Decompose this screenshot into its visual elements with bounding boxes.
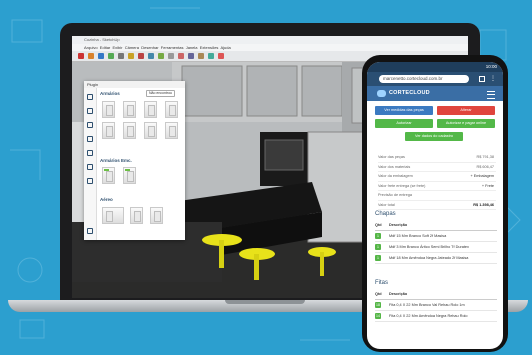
table-row: 1 Mdf 15 Mm Branco Soft 2f Masisa: [375, 231, 497, 242]
user-icon[interactable]: [87, 122, 93, 128]
offset-tool-icon[interactable]: [168, 53, 174, 59]
section-title-armarios-emc: Armários Emc.: [100, 158, 132, 163]
cloud-logo-icon: [377, 90, 386, 97]
cabinet-thumbnail[interactable]: [144, 101, 157, 118]
orbit-tool-icon[interactable]: [188, 53, 194, 59]
cabinet-thumbnail[interactable]: [165, 101, 178, 118]
cabinet-thumbnail[interactable]: [165, 122, 178, 139]
app-header: CORTECLOUD: [367, 86, 503, 101]
cabinet-thumbnail[interactable]: [102, 207, 124, 224]
zoom-tool-icon[interactable]: [208, 53, 214, 59]
arc-tool-icon[interactable]: [108, 53, 114, 59]
menu-item[interactable]: Arquivo: [84, 45, 98, 50]
scale-tool-icon[interactable]: [158, 53, 164, 59]
cabinet-thumbnail[interactable]: [150, 207, 163, 224]
cabinet-thumbnail[interactable]: [102, 101, 115, 118]
layers-icon[interactable]: [87, 136, 93, 142]
section-title-armarios: Armários: [100, 91, 120, 96]
approve-pay-button[interactable]: Autorizar e pagar online: [437, 119, 495, 128]
more-options-icon[interactable]: ⋮: [490, 75, 496, 83]
move-tool-icon[interactable]: [138, 53, 144, 59]
cabinet-thumbnail[interactable]: [123, 101, 136, 118]
table-row: 1 Mdf 3 Mm Branco Ártico Semi Brilho Tf D…: [375, 242, 497, 253]
pan-tool-icon[interactable]: [198, 53, 204, 59]
summary-row: Valor frete entrega (se frete) + Frete: [378, 182, 496, 191]
line-tool-icon[interactable]: [98, 53, 104, 59]
laptop-notch: [225, 300, 305, 304]
menu-bar: Arquivo Editar Exibir Câmera Desenhar Fe…: [72, 44, 468, 51]
drawer-icon[interactable]: [87, 108, 93, 114]
help-icon[interactable]: [87, 228, 93, 234]
paint-tool-icon[interactable]: [218, 53, 224, 59]
window-title: Cozinha - SketchUp: [72, 36, 468, 44]
cabinet-thumbnail[interactable]: [123, 122, 136, 139]
tabs-icon[interactable]: [479, 76, 485, 82]
plugin-panel: Plugin Armários Não encontrou Armários E…: [84, 81, 185, 240]
menu-item[interactable]: Câmera: [125, 45, 139, 50]
hamburger-menu-icon[interactable]: [487, 91, 495, 99]
menu-item[interactable]: Exibir: [112, 45, 122, 50]
shape-tool-icon[interactable]: [118, 53, 124, 59]
status-time: 10:00: [485, 64, 497, 69]
order-summary: Valor das peças R$ 791,38 Valor dos mater…: [378, 153, 496, 210]
summary-row: Valor da embalagem + Embalagem: [378, 172, 496, 182]
summary-row: Valor total R$ 1.398,46: [378, 201, 496, 210]
table-row: 14 Fita 0,4 X 22 Mm Amêndoa Negra Rehau R…: [375, 311, 497, 322]
menu-item[interactable]: Ajuda: [220, 45, 230, 50]
cabinet-thumbnail[interactable]: [102, 122, 115, 139]
status-bar: 10:00: [367, 62, 503, 72]
not-found-button[interactable]: Não encontrou: [146, 90, 175, 97]
table-row: 1 Mdf 18 Mm Amêndoa Negra Jateado 2f Masi…: [375, 253, 497, 264]
view-parts-button[interactable]: Ver medidas das peças: [375, 106, 433, 115]
panel-sidebar: [84, 88, 97, 240]
phone-screen: 10:00 marcenetto.cortecloud.com.br ⋮ COR…: [367, 62, 503, 349]
eraser-tool-icon[interactable]: [88, 53, 94, 59]
fitas-table: Qtd Descrição 18 Fita 0,4 X 22 Mm Branco V…: [375, 290, 497, 322]
summary-row: Valor dos materiais R$ 606,47: [378, 163, 496, 172]
menu-item[interactable]: Extensões: [200, 45, 219, 50]
menu-item[interactable]: Janela: [186, 45, 198, 50]
section-fitas: Fitas: [375, 280, 389, 286]
chapas-table: Qtd Descrição 1 Mdf 15 Mm Branco Soft 2f M…: [375, 221, 497, 264]
list-icon[interactable]: [87, 164, 93, 170]
url-field[interactable]: marcenetto.cortecloud.com.br: [379, 75, 469, 83]
select-tool-icon[interactable]: [78, 53, 84, 59]
panel-header: Plugin: [84, 81, 185, 88]
menu-item[interactable]: Desenhar: [141, 45, 158, 50]
cabinet-thumbnail[interactable]: [123, 167, 136, 184]
browser-url-bar: marcenetto.cortecloud.com.br ⋮: [367, 72, 503, 86]
menu-item[interactable]: Ferramentas: [161, 45, 184, 50]
cabinet-thumbnail[interactable]: [102, 167, 115, 184]
cabinet-icon[interactable]: [87, 94, 93, 100]
table-header: Qtd Descrição: [375, 290, 497, 300]
cabinet-thumbnail[interactable]: [144, 122, 157, 139]
tape-tool-icon[interactable]: [178, 53, 184, 59]
section-title-aereo: Aéreo: [100, 197, 113, 202]
table-header: Qtd Descrição: [375, 221, 497, 231]
summary-row: Valor das peças R$ 791,38: [378, 153, 496, 163]
rotate-tool-icon[interactable]: [148, 53, 154, 59]
change-button[interactable]: Alterar: [437, 106, 495, 115]
brand-name: CORTECLOUD: [389, 90, 430, 96]
table-row: 18 Fita 0,4 X 22 Mm Branco Val Rehau Rolo…: [375, 300, 497, 311]
summary-row: Previsão de entrega: [378, 191, 496, 201]
view-data-button[interactable]: Ver dados do cadastro: [405, 132, 463, 141]
push-pull-icon[interactable]: [128, 53, 134, 59]
export-icon[interactable]: [87, 178, 93, 184]
menu-item[interactable]: Editar: [100, 45, 110, 50]
approve-button[interactable]: Autorizar: [375, 119, 433, 128]
section-chapas: Chapas: [375, 211, 396, 217]
settings-icon[interactable]: [87, 150, 93, 156]
cabinet-thumbnail[interactable]: [130, 207, 143, 224]
